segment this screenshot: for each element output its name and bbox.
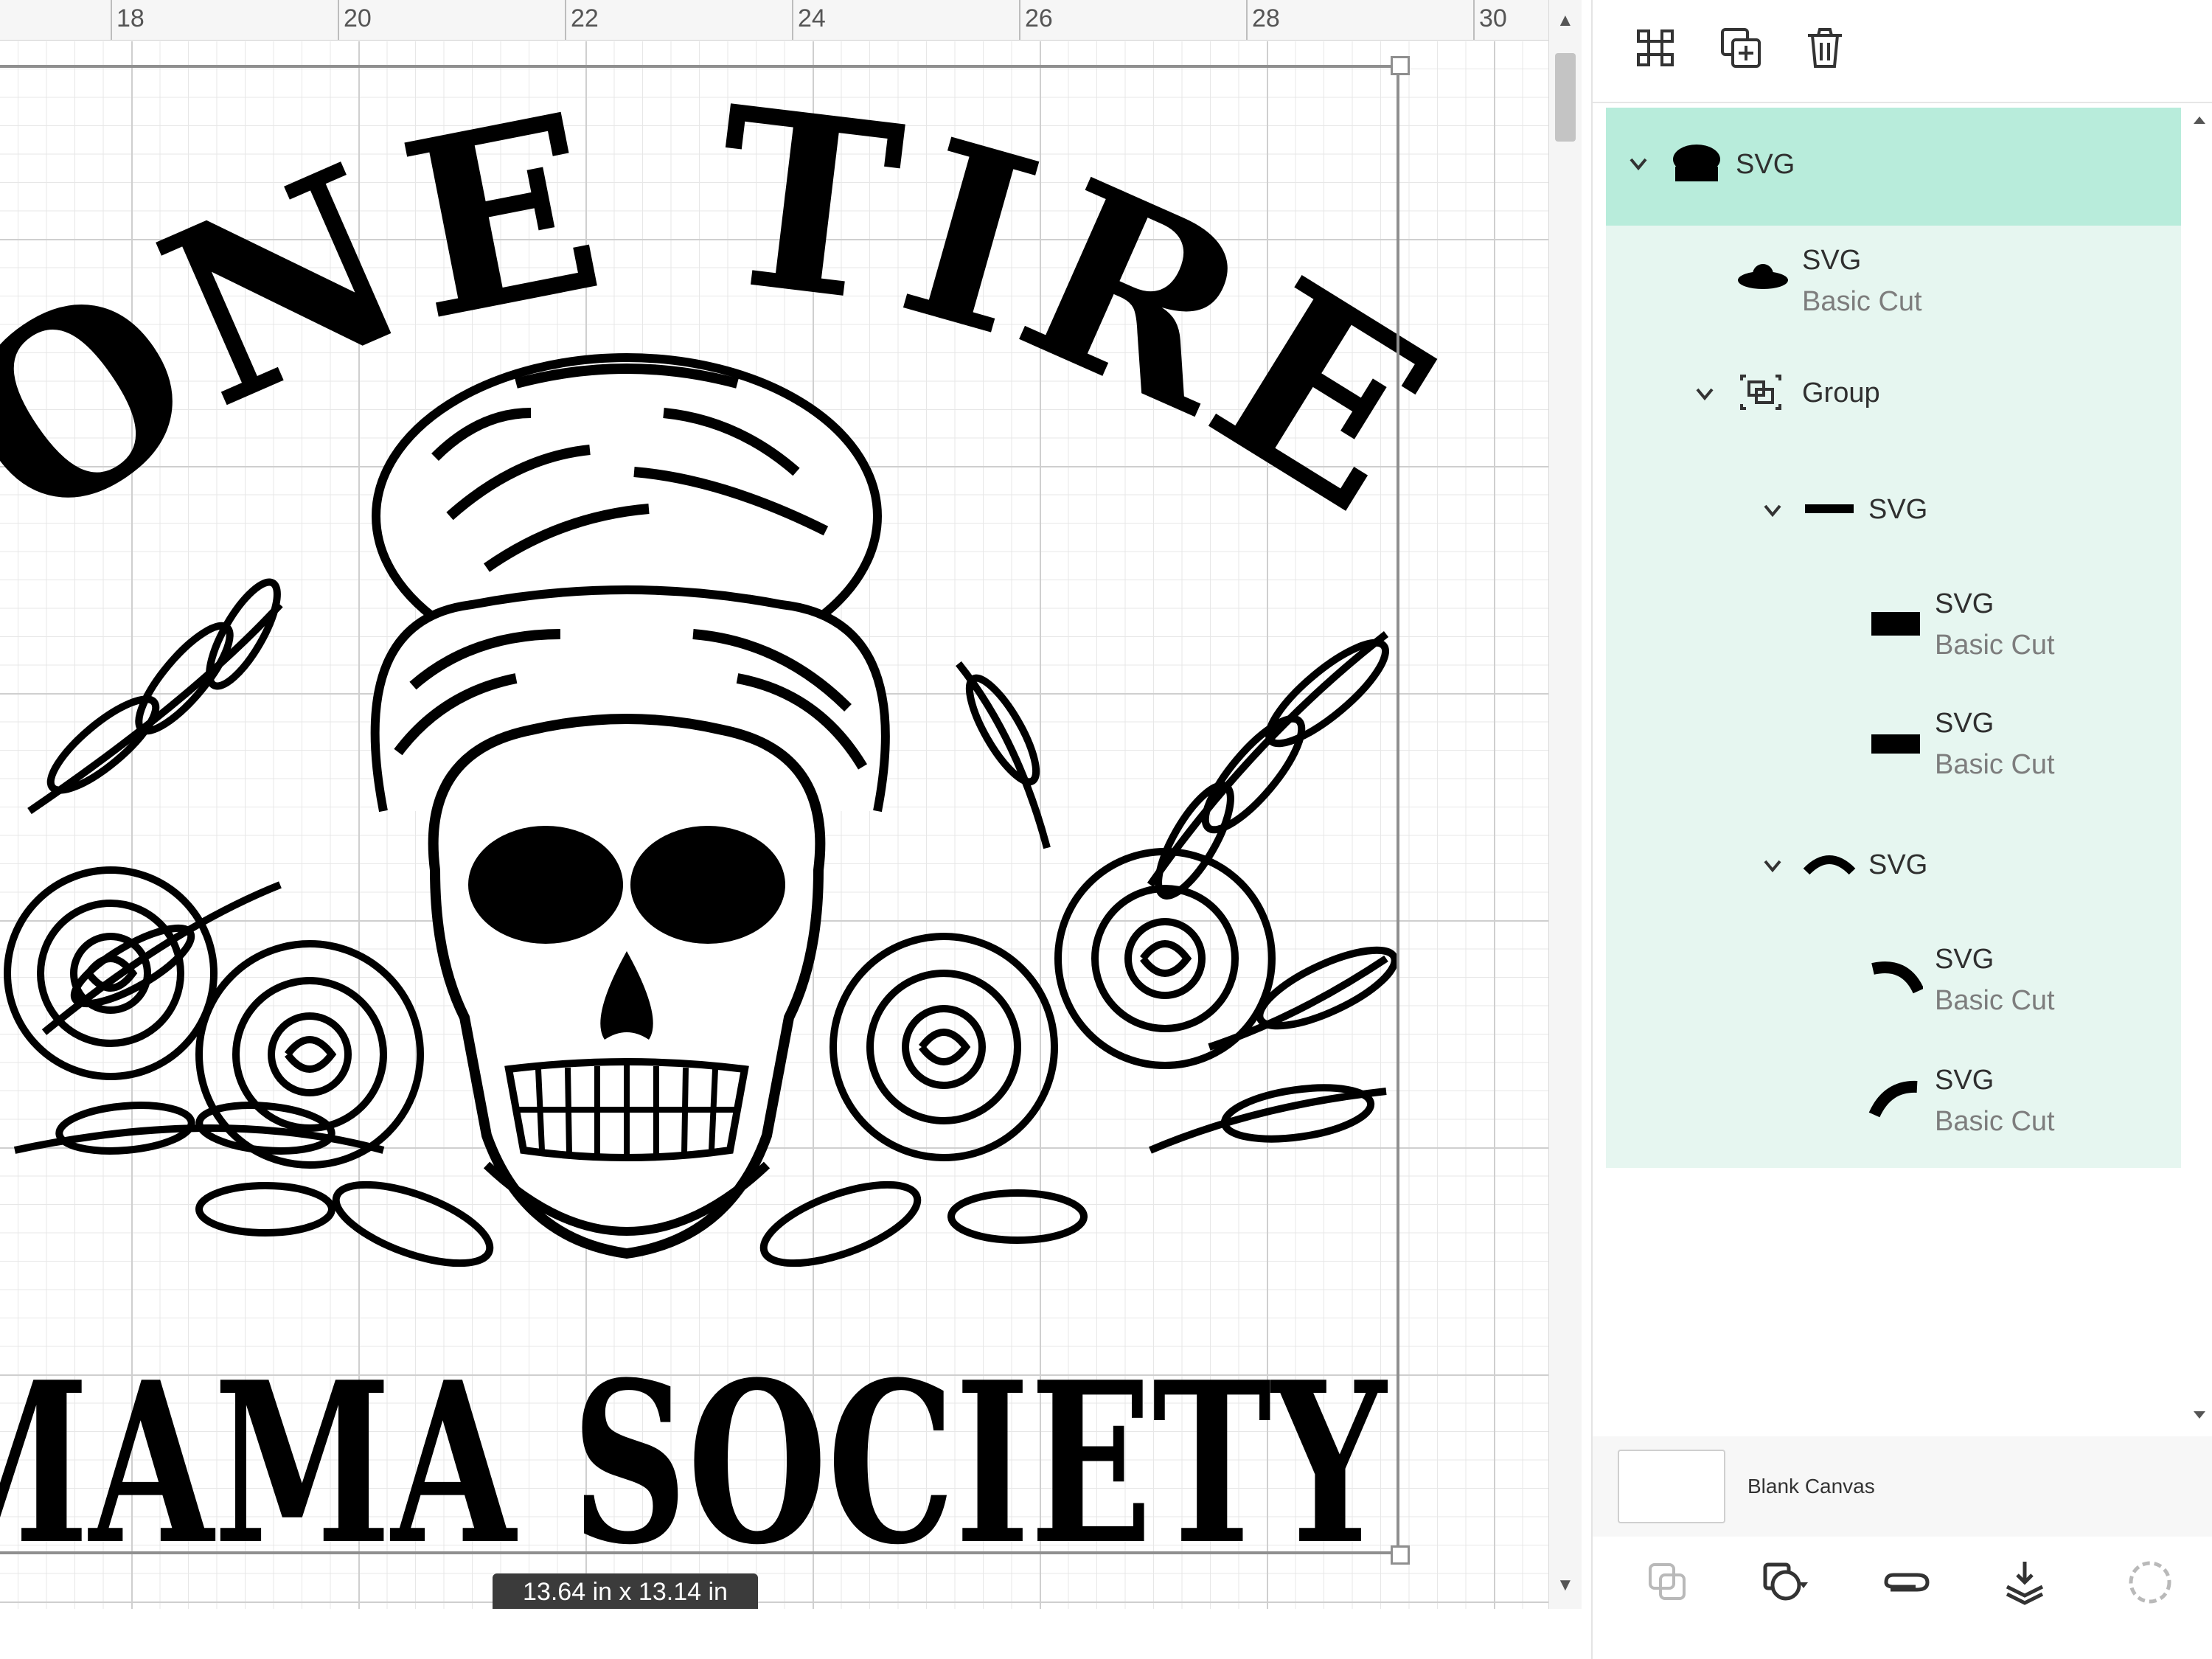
layer-thumbnail-icon	[1871, 961, 1923, 994]
selection-bounding-box[interactable]	[0, 65, 1399, 1554]
ruler-label: 24	[798, 4, 826, 32]
layer-row-svg-mama-society[interactable]: SVG	[1606, 460, 2181, 571]
layer-thumbnail-icon	[1871, 734, 1920, 754]
layer-row-svg-basic-cut[interactable]: SVG Basic Cut	[1606, 232, 2181, 342]
layer-thumbnail-icon	[1805, 504, 1854, 513]
layer-row-svg-bone-tired[interactable]: SVG	[1606, 815, 2181, 926]
size-indicator-badge: 13.64 in x 13.14 in	[493, 1573, 758, 1609]
layer-name: SVG	[1868, 849, 1928, 880]
layer-thumbnail-icon	[1673, 145, 1720, 181]
chevron-down-icon[interactable]	[1761, 854, 1784, 877]
layer-row-svg-root[interactable]: SVG	[1606, 108, 2181, 226]
layer-row-svg-basic-cut[interactable]: SVG Basic Cut	[1606, 695, 2181, 805]
layer-name: SVG	[1868, 494, 1928, 525]
layer-name: SVG	[1802, 245, 1862, 276]
layer-operation: Basic Cut	[1935, 1106, 2055, 1137]
ruler-label: 30	[1479, 4, 1507, 32]
ruler-label: 22	[571, 4, 599, 32]
chevron-down-icon[interactable]	[1627, 152, 1650, 175]
layer-row-svg-basic-cut[interactable]: SVG Basic Cut	[1606, 931, 2181, 1041]
blank-canvas-label: Blank Canvas	[1747, 1475, 1875, 1498]
layer-name: SVG	[1935, 588, 1994, 619]
scroll-up-icon[interactable]: ▲	[1557, 10, 1574, 31]
ruler-label: 20	[344, 4, 372, 32]
blank-canvas-row[interactable]: Blank Canvas	[1593, 1436, 2212, 1537]
duplicate-icon[interactable]	[1715, 22, 1767, 74]
layers-panel: SVG SVG Basic Cut Group SVG SVG Basic Cu…	[1591, 0, 2212, 1659]
layer-name: SVG	[1736, 149, 1795, 180]
layer-thumbnail-icon	[1803, 855, 1856, 875]
scrollbar-thumb[interactable]	[1555, 53, 1576, 142]
scroll-down-icon[interactable]: ▼	[1557, 1575, 1574, 1596]
layer-row-svg-basic-cut[interactable]: SVG Basic Cut	[1606, 1051, 2181, 1162]
layers-toolbar	[1593, 0, 2212, 103]
blank-canvas-swatch[interactable]	[1618, 1450, 1725, 1523]
chevron-down-icon[interactable]	[1693, 382, 1717, 406]
flatten-icon[interactable]	[1995, 1553, 2054, 1612]
layer-name: Group	[1802, 378, 1880, 408]
layer-operation: Basic Cut	[1935, 985, 2055, 1016]
group-ungroup-icon[interactable]	[1630, 22, 1681, 74]
slice-icon[interactable]	[1638, 1553, 1697, 1612]
layer-name: SVG	[1935, 944, 1994, 975]
layer-name: SVG	[1935, 708, 1994, 739]
layer-row-svg-basic-cut[interactable]: SVG Basic Cut	[1606, 575, 2181, 686]
design-canvas[interactable]: 18 20 22 24 26 28 30 BONE TIRED	[0, 0, 1584, 1609]
layer-row-group[interactable]: Group	[1606, 344, 2181, 454]
chevron-down-icon[interactable]	[1761, 498, 1784, 522]
top-ruler: 18 20 22 24 26 28 30	[0, 0, 1548, 41]
layer-thumbnail-icon	[1738, 264, 1788, 289]
layer-operation: Basic Cut	[1935, 630, 2055, 661]
layer-operation: Basic Cut	[1935, 749, 2055, 780]
layer-name: SVG	[1935, 1065, 1994, 1096]
layer-actions-toolbar	[1593, 1538, 2212, 1659]
ruler-label: 18	[116, 4, 145, 32]
trash-icon[interactable]	[1799, 22, 1851, 74]
layer-thumbnail-icon	[1868, 1080, 1918, 1118]
ruler-label: 28	[1252, 4, 1280, 32]
attach-icon[interactable]	[1876, 1553, 1935, 1612]
layers-scrollbar[interactable]	[2188, 108, 2211, 1427]
resize-handle-bottom-right[interactable]	[1391, 1545, 1410, 1565]
group-icon	[1740, 375, 1781, 410]
combine-icon[interactable]	[1755, 1553, 1814, 1612]
canvas-vertical-scrollbar[interactable]: ▲ ▼	[1548, 0, 1582, 1609]
layer-list: SVG SVG Basic Cut Group SVG SVG Basic Cu…	[1606, 108, 2194, 1168]
layer-thumbnail-icon	[1871, 612, 1920, 636]
ruler-label: 26	[1025, 4, 1053, 32]
contour-icon[interactable]	[2121, 1553, 2180, 1612]
resize-handle-top-right[interactable]	[1391, 56, 1410, 75]
layer-operation: Basic Cut	[1802, 286, 1922, 317]
